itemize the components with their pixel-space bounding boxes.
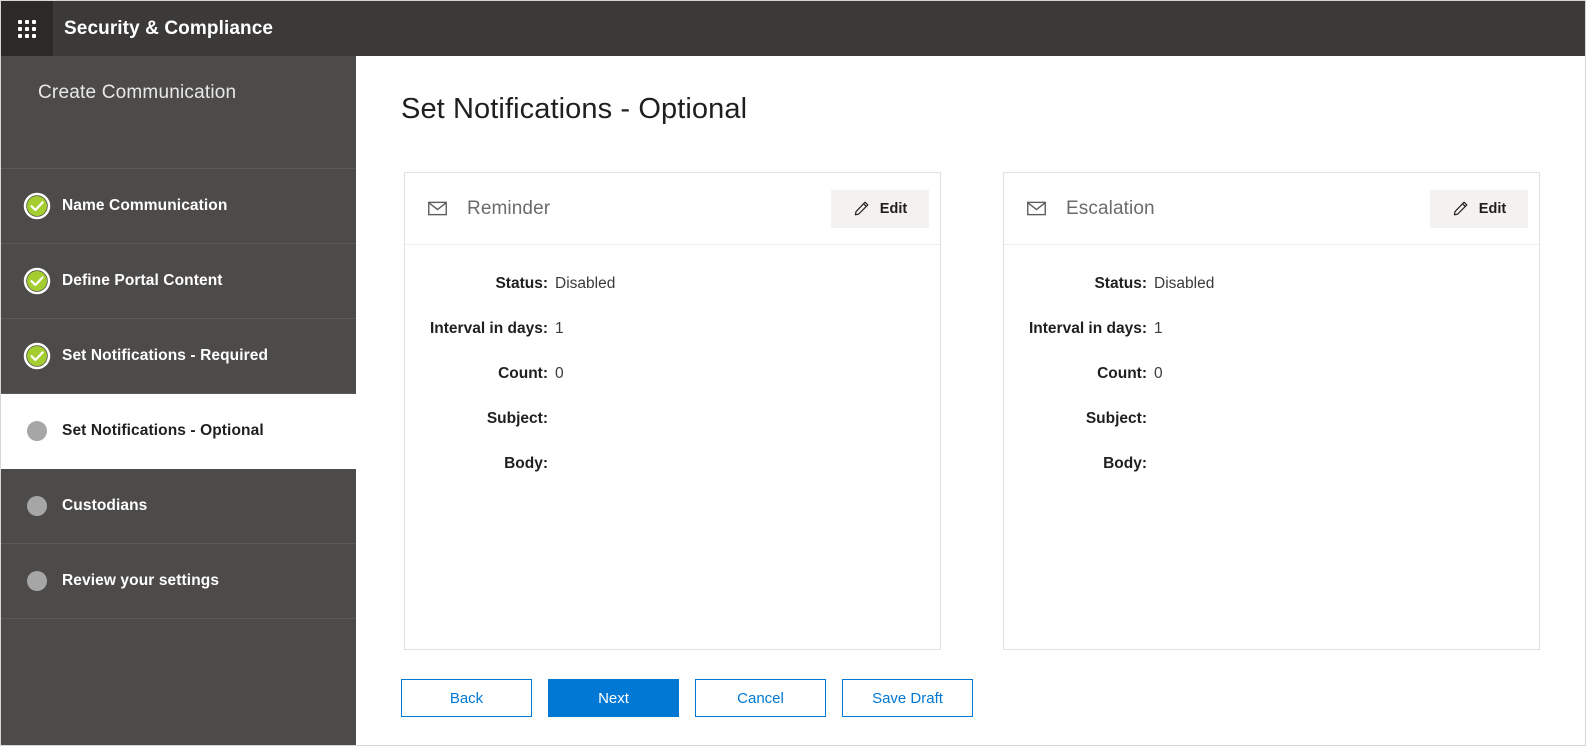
save-draft-button[interactable]: Save Draft [842, 679, 973, 717]
dot-circle-icon [27, 571, 47, 591]
envelope-icon [428, 201, 447, 216]
sidebar-item-label: Custodians [62, 497, 148, 514]
back-button[interactable]: Back [401, 679, 532, 717]
reminder-edit-button[interactable]: Edit [831, 189, 929, 228]
reminder-card-header: Reminder Edit [405, 173, 940, 245]
sidebar-item-label: Set Notifications - Required [62, 347, 269, 364]
field-label: Subject: [1085, 410, 1147, 427]
field-row: Interval in days: 1 [1004, 320, 1539, 338]
escalation-card: Escalation Edit Status: Disabled Interva… [1003, 172, 1540, 650]
escalation-edit-label: Edit [1478, 200, 1507, 217]
field-row: Count: 0 [405, 365, 940, 383]
field-value: 0 [555, 365, 564, 382]
field-value: 1 [555, 320, 564, 337]
notification-cards: Reminder Edit Status: Disabled Interval … [404, 172, 1540, 650]
check-circle-icon [23, 192, 51, 220]
field-label: Status: [1094, 275, 1147, 292]
field-row: Body: [405, 455, 940, 473]
sidebar-item-label: Define Portal Content [62, 272, 223, 289]
cancel-button[interactable]: Cancel [695, 679, 826, 717]
app-launcher-button[interactable] [1, 1, 53, 56]
field-row: Interval in days: 1 [405, 320, 940, 338]
escalation-edit-button[interactable]: Edit [1430, 189, 1528, 228]
sidebar-item-review-your-settings[interactable]: Review your settings [1, 544, 356, 619]
field-value: Disabled [555, 275, 616, 292]
field-row: Status: Disabled [405, 275, 940, 293]
sidebar: Create Communication Name Communication … [1, 56, 356, 745]
field-label: Body: [504, 455, 548, 472]
sidebar-item-set-notifications-optional[interactable]: Set Notifications - Optional [1, 394, 356, 469]
waffle-grid-icon [18, 19, 36, 38]
app-window: Security & Compliance Create Communicati… [0, 0, 1586, 746]
sidebar-item-label: Name Communication [62, 197, 228, 214]
field-label: Count: [1097, 365, 1147, 382]
sidebar-item-define-portal-content[interactable]: Define Portal Content [1, 244, 356, 319]
reminder-card-title: Reminder [467, 197, 551, 219]
next-button[interactable]: Next [548, 679, 679, 717]
pencil-icon [854, 201, 869, 216]
field-label: Count: [498, 365, 548, 382]
wizard-action-buttons: Back Next Cancel Save Draft [401, 679, 973, 717]
pencil-icon [1453, 201, 1468, 216]
sidebar-header: Create Communication [1, 56, 356, 169]
field-row: Status: Disabled [1004, 275, 1539, 293]
reminder-edit-label: Edit [879, 200, 908, 217]
field-label: Body: [1103, 455, 1147, 472]
reminder-card-body: Status: Disabled Interval in days: 1 Cou… [405, 245, 940, 649]
check-circle-icon [23, 267, 51, 295]
app-title: Security & Compliance [64, 17, 274, 39]
field-row: Subject: [1004, 410, 1539, 428]
main-content: Set Notifications - Optional Reminder Ed… [356, 56, 1585, 745]
sidebar-heading: Create Communication [38, 82, 237, 103]
field-row: Subject: [405, 410, 940, 428]
field-label: Subject: [486, 410, 548, 427]
escalation-card-body: Status: Disabled Interval in days: 1 Cou… [1004, 245, 1539, 649]
dot-circle-icon [27, 421, 47, 441]
check-circle-icon [23, 342, 51, 370]
field-value: Disabled [1154, 275, 1215, 292]
envelope-icon [1027, 201, 1046, 216]
sidebar-item-custodians[interactable]: Custodians [1, 469, 356, 544]
field-value: 1 [1154, 320, 1163, 337]
dot-circle-icon [27, 496, 47, 516]
reminder-card: Reminder Edit Status: Disabled Interval … [404, 172, 941, 650]
sidebar-step-list: Name Communication Define Portal Content… [1, 169, 356, 619]
field-value: 0 [1154, 365, 1163, 382]
field-label: Interval in days: [429, 320, 548, 337]
field-row: Count: 0 [1004, 365, 1539, 383]
sidebar-item-label: Set Notifications - Optional [62, 422, 264, 439]
sidebar-item-set-notifications-required[interactable]: Set Notifications - Required [1, 319, 356, 394]
top-header-bar: Security & Compliance [1, 1, 1585, 56]
field-label: Status: [495, 275, 548, 292]
sidebar-item-name-communication[interactable]: Name Communication [1, 169, 356, 244]
field-label: Interval in days: [1028, 320, 1147, 337]
sidebar-item-label: Review your settings [62, 572, 220, 589]
field-row: Body: [1004, 455, 1539, 473]
escalation-card-header: Escalation Edit [1004, 173, 1539, 245]
escalation-card-title: Escalation [1066, 197, 1155, 219]
page-title: Set Notifications - Optional [401, 93, 748, 125]
